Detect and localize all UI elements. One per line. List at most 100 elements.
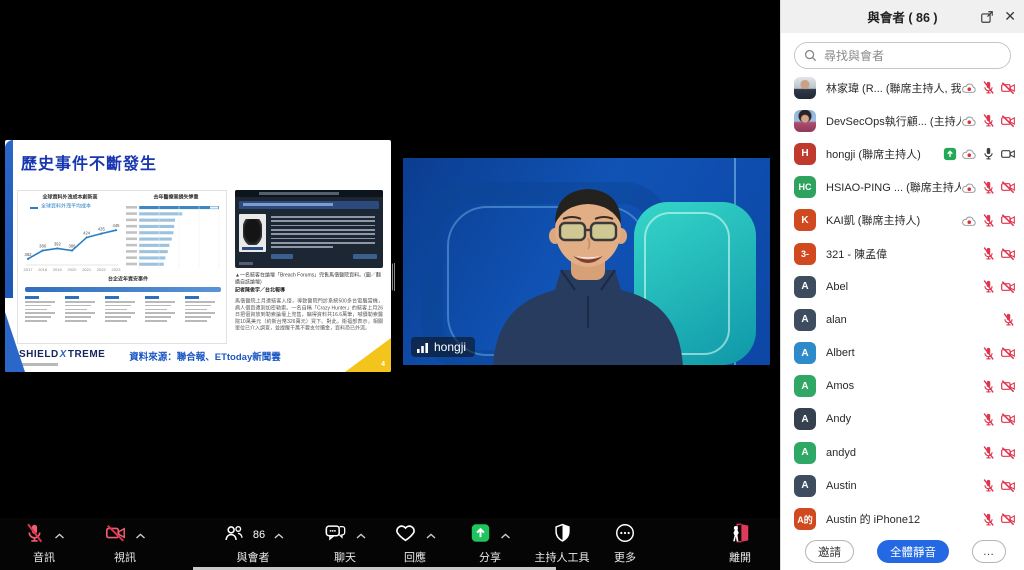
close-icon[interactable]: ✕ bbox=[1004, 8, 1016, 25]
avatar: H bbox=[794, 143, 816, 165]
more-icon bbox=[614, 522, 636, 549]
camera-muted-icon bbox=[105, 522, 127, 549]
participants-count-badge: 86 bbox=[253, 529, 265, 541]
panel-more-button[interactable]: … bbox=[972, 540, 1006, 563]
chevron-up-icon[interactable] bbox=[426, 526, 436, 544]
toolbar-share-button[interactable]: 分享 bbox=[470, 523, 511, 565]
participant-name: 林家瑋 (R... (聯席主持人, 我) bbox=[826, 80, 961, 96]
avatar: A bbox=[794, 475, 816, 497]
invite-button[interactable]: 邀請 bbox=[805, 540, 854, 563]
incident-timeline bbox=[25, 287, 221, 341]
share-icon bbox=[470, 522, 492, 549]
toolbar-label: 視訊 bbox=[114, 549, 136, 565]
toolbar-label: 音訊 bbox=[33, 549, 55, 565]
news-byline: 記者陳俊宇／台北報導 bbox=[235, 287, 383, 294]
speaker-video[interactable]: EME bbox=[403, 158, 770, 365]
toolbar-reactions-button[interactable]: 回應 bbox=[394, 523, 436, 565]
camera-off-icon bbox=[1000, 80, 1016, 96]
participant-row[interactable]: A的 Austin 的 iPhone12 bbox=[781, 502, 1024, 535]
toolbar-label: 與會者 bbox=[237, 549, 270, 565]
mute-all-button[interactable]: 全體靜音 bbox=[877, 540, 949, 563]
mic-muted-icon bbox=[981, 346, 996, 361]
participant-row[interactable]: AAmos bbox=[781, 370, 1024, 403]
toolbar-host-tools-button[interactable]: 主持人工具 bbox=[535, 523, 590, 565]
heart-icon bbox=[394, 522, 417, 549]
camera-off-icon bbox=[1000, 511, 1016, 527]
participant-name: Austin 的 iPhone12 bbox=[826, 511, 981, 527]
participant-row[interactable]: A Albert bbox=[781, 337, 1024, 370]
cloud-record-icon bbox=[961, 147, 977, 160]
participant-row[interactable]: Aalan bbox=[781, 303, 1024, 336]
toolbar-audio-button[interactable]: 音訊 bbox=[24, 523, 65, 565]
camera-off-icon bbox=[1000, 246, 1016, 262]
panel-header: 與會者 ( 86 ) ✕ bbox=[781, 0, 1024, 33]
toolbar-label: 回應 bbox=[404, 549, 426, 565]
participant-name: alan bbox=[826, 314, 1001, 326]
toolbar-participants-button[interactable]: 86 與會者 bbox=[222, 523, 284, 565]
cloud-record-icon bbox=[961, 114, 977, 127]
news-caption: ▲一名駭客在論壇「Breach Forums」兜售馬偕醫院資料。(圖／翻攝自該論… bbox=[235, 272, 383, 285]
svg-text:2022: 2022 bbox=[97, 267, 107, 272]
timeline-title: 台企近年資安事件 bbox=[73, 276, 183, 283]
mic-on-icon bbox=[981, 146, 996, 161]
cloud-record-icon bbox=[961, 81, 977, 94]
mic-muted-icon bbox=[981, 80, 996, 95]
chevron-up-icon[interactable] bbox=[501, 526, 511, 544]
participant-name: KAI凱 (聯席主持人) bbox=[826, 212, 961, 228]
toolbar-chat-button[interactable]: 聊天 bbox=[324, 523, 366, 565]
logo-tagline bbox=[20, 363, 58, 366]
shared-slide-video[interactable]: 歷史事件不斷發生 全球資料外洩成本創新高 全球資料外洩平均成本 36220173… bbox=[5, 140, 391, 372]
chevron-up-icon[interactable] bbox=[55, 526, 65, 544]
svg-text:435: 435 bbox=[98, 227, 106, 232]
camera-off-icon bbox=[1000, 212, 1016, 228]
camera-off-icon bbox=[1000, 345, 1016, 361]
participant-row[interactable]: Hhongji (聯席主持人) bbox=[781, 137, 1024, 170]
mic-muted-icon bbox=[981, 445, 996, 460]
camera-off-icon bbox=[1000, 411, 1016, 427]
toolbar-video-button[interactable]: 視訊 bbox=[105, 523, 146, 565]
line-chart: 3622017386201839220193862020424202143520… bbox=[22, 211, 122, 273]
participant-row[interactable]: KKAI凱 (聯席主持人) bbox=[781, 204, 1024, 237]
chat-icon bbox=[324, 522, 347, 549]
toolbar-label: 主持人工具 bbox=[535, 549, 590, 565]
toolbar-label: 離開 bbox=[729, 549, 751, 565]
search-area bbox=[781, 33, 1024, 75]
avatar: A bbox=[794, 342, 816, 364]
participants-icon bbox=[222, 522, 246, 549]
participant-row[interactable]: A Andy bbox=[781, 403, 1024, 436]
mic-muted-icon bbox=[981, 412, 996, 427]
search-input[interactable] bbox=[794, 42, 1011, 69]
mic-muted-icon bbox=[981, 512, 996, 527]
speaker-name-tag: hongji bbox=[411, 337, 475, 357]
layout-resize-handle[interactable] bbox=[392, 263, 397, 291]
participant-row[interactable]: DevSecOps執行顧... (主持人) bbox=[781, 104, 1024, 137]
toolbar-more-button[interactable]: 更多 bbox=[614, 523, 636, 565]
chevron-up-icon[interactable] bbox=[274, 526, 284, 544]
slide-page-number: 4 bbox=[381, 361, 385, 368]
meeting-toolbar: 音訊 視訊 86 與會者 聊天 回應 分享 主持人工具 更多 離開 bbox=[0, 518, 780, 570]
participant-row[interactable]: HCHSIAO-PING ... (聯席主持人) bbox=[781, 171, 1024, 204]
participant-row[interactable]: 林家瑋 (R... (聯席主持人, 我) bbox=[781, 71, 1024, 104]
participant-name: Andy bbox=[826, 413, 981, 425]
participant-row[interactable]: Aandyd bbox=[781, 436, 1024, 469]
chevron-up-icon[interactable] bbox=[356, 526, 366, 544]
toolbar-leave-button[interactable]: 離開 bbox=[729, 523, 751, 565]
slide-source-line: 資料來源：聯合報、ETtoday新聞雲 bbox=[95, 349, 315, 363]
participant-name: Albert bbox=[826, 347, 981, 359]
popout-icon[interactable] bbox=[980, 10, 994, 24]
avatar: A的 bbox=[794, 508, 816, 530]
participant-name: Abel bbox=[826, 281, 981, 293]
speaker-name: hongji bbox=[434, 340, 466, 354]
slide-title: 歷史事件不斷發生 bbox=[21, 150, 157, 174]
participant-row[interactable]: AAbel bbox=[781, 270, 1024, 303]
camera-on-icon bbox=[1000, 146, 1016, 162]
avatar: A bbox=[794, 408, 816, 430]
mic-muted-icon bbox=[981, 246, 996, 261]
legend-swatch bbox=[30, 207, 38, 209]
participant-row[interactable]: AAustin bbox=[781, 469, 1024, 502]
meeting-stage: 歷史事件不斷發生 全球資料外洩成本創新高 全球資料外洩平均成本 36220173… bbox=[0, 0, 780, 570]
chevron-up-icon[interactable] bbox=[136, 526, 146, 544]
panel-footer: 邀請 全體靜音 … bbox=[781, 540, 1024, 563]
participant-row[interactable]: 3-321 - 陳孟偉 bbox=[781, 237, 1024, 270]
news-body: 馬偕醫院上月遭駭客入侵，導致醫院門診系統500多台電腦當機，病人個資遭到加密勒索… bbox=[235, 298, 383, 332]
